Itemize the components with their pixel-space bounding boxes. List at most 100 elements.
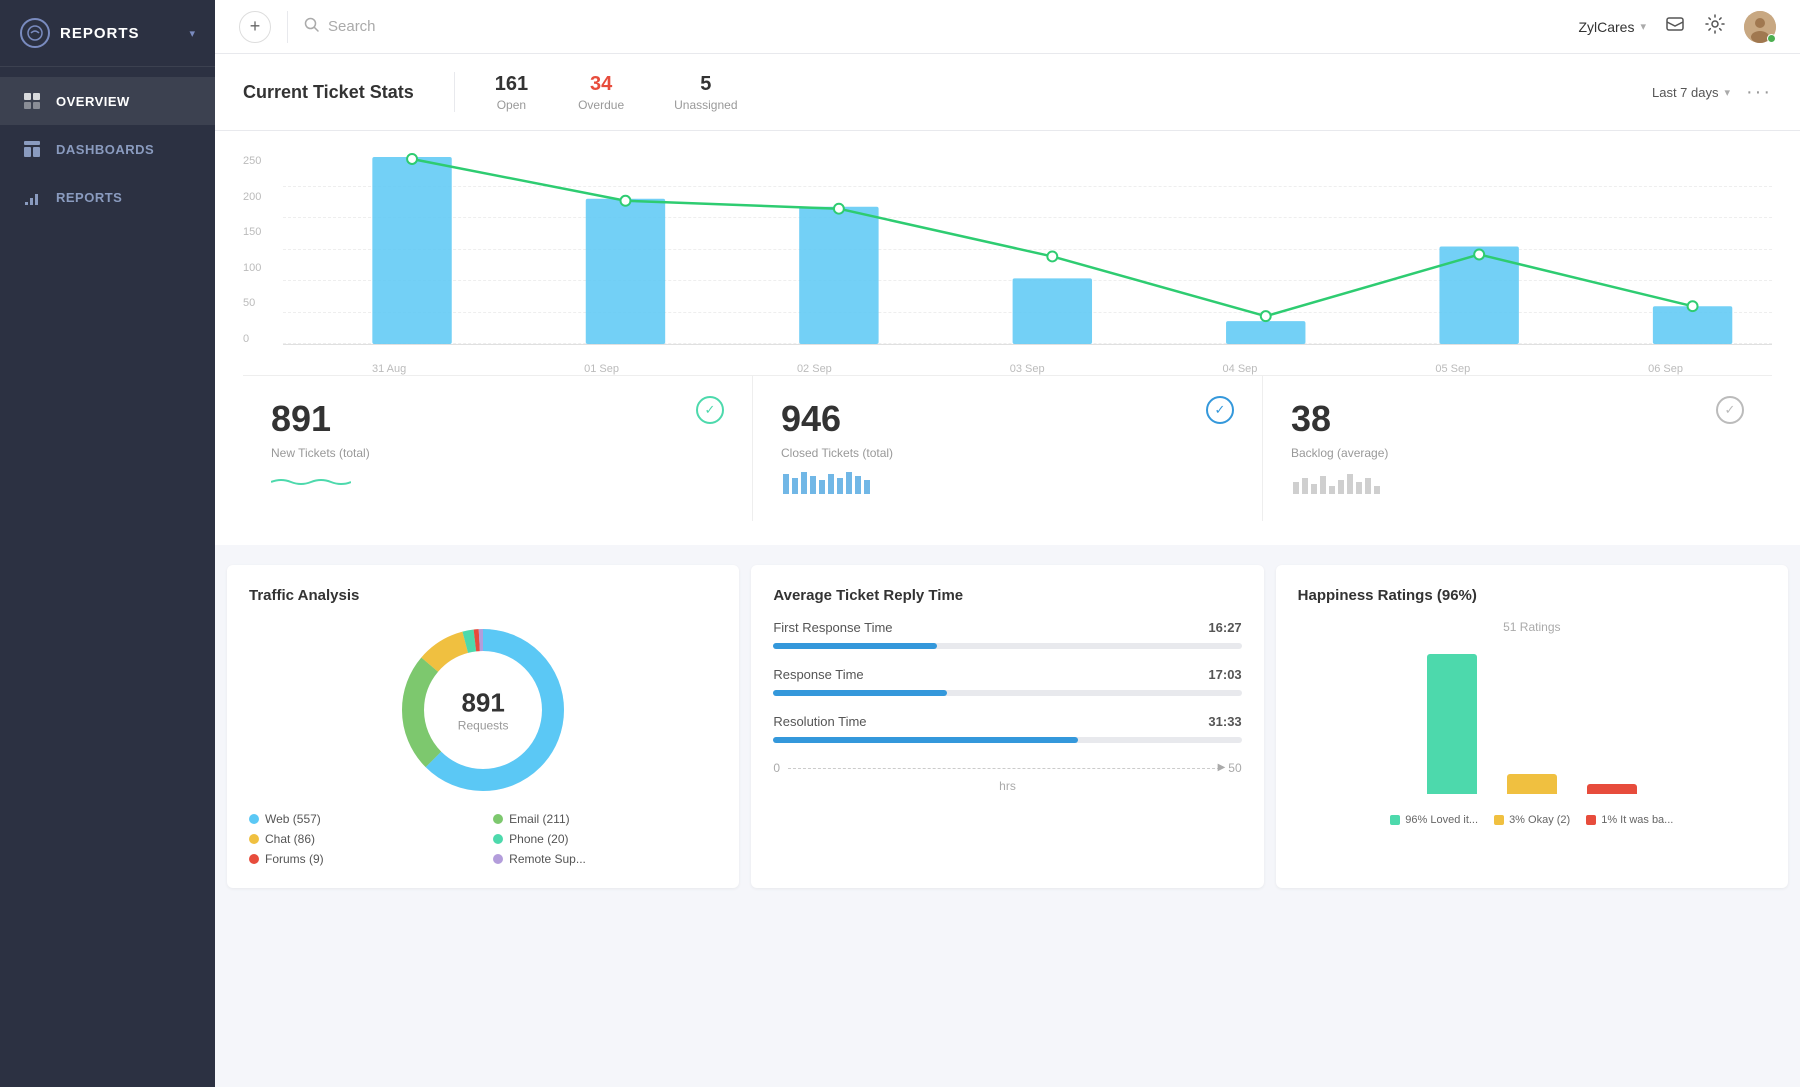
sidebar-item-label-reports: REPORTS: [56, 190, 122, 205]
closed-tickets-number: 946: [781, 398, 1234, 440]
unassigned-count: 5: [674, 73, 737, 96]
traffic-analysis-panel: Traffic Analysis: [227, 565, 739, 888]
open-count: 161: [495, 73, 528, 96]
sidebar-item-dashboards[interactable]: DASHBOARDS: [0, 125, 215, 173]
sidebar-title: REPORTS: [60, 25, 140, 42]
sidebar-logo: [20, 18, 50, 48]
legend-chat-dot: [249, 834, 259, 844]
h-legend-okay-label: 3% Okay (2): [1509, 814, 1570, 826]
settings-icon[interactable]: [1704, 13, 1726, 41]
new-tickets-check-icon: ✓: [696, 396, 724, 424]
reply-header-resolution: Resolution Time 31:33: [773, 714, 1241, 729]
traffic-legend: Web (557) Email (211) Chat (86) Phone (2…: [249, 812, 717, 866]
topbar: + Search ZylCares ▾: [215, 0, 1800, 54]
response-time: 17:03: [1208, 667, 1241, 682]
stat-card-new-tickets: ✓ 891 New Tickets (total): [243, 376, 753, 521]
user-chevron-icon: ▾: [1640, 20, 1646, 33]
response-bar-bg: [773, 690, 1241, 696]
search-label: Search: [328, 18, 376, 35]
more-options-button[interactable]: ···: [1746, 81, 1772, 104]
chart-container: 050100150200250: [243, 155, 1772, 375]
reply-time-panel: Average Ticket Reply Time First Response…: [751, 565, 1263, 888]
hbar-okay: [1507, 774, 1557, 794]
search-icon: [304, 17, 320, 37]
donut-chart: 891 Requests: [393, 620, 573, 800]
avatar-online-dot: [1767, 34, 1776, 43]
happiness-bar-okay: [1507, 774, 1557, 794]
donut-text: 891 Requests: [458, 688, 509, 733]
first-response-label: First Response Time: [773, 620, 892, 635]
legend-phone-label: Phone (20): [509, 832, 568, 846]
happiness-title: Happiness Ratings (96%): [1298, 587, 1766, 604]
legend-email-label: Email (211): [509, 812, 569, 826]
happiness-bar-area: [1298, 644, 1766, 804]
h-legend-loved-label: 96% Loved it...: [1405, 814, 1478, 826]
reports-icon: [22, 187, 42, 207]
happiness-subtitle: 51 Ratings: [1298, 620, 1766, 634]
notifications-icon[interactable]: [1664, 13, 1686, 41]
closed-tickets-label: Closed Tickets (total): [781, 446, 1234, 460]
sidebar-header[interactable]: REPORTS ▾: [0, 0, 215, 67]
legend-web-dot: [249, 814, 259, 824]
period-label: Last 7 days: [1652, 85, 1719, 100]
content-area: Current Ticket Stats 161 Open 34 Overdue…: [215, 54, 1800, 1087]
legend-remote: Remote Sup...: [493, 852, 717, 866]
period-select[interactable]: Last 7 days ▾: [1652, 85, 1730, 100]
backlog-number: 38: [1291, 398, 1744, 440]
legend-web: Web (557): [249, 812, 473, 826]
closed-tickets-sparkline: [781, 470, 1234, 499]
new-tickets-sparkline: [271, 470, 724, 499]
open-label: Open: [495, 98, 528, 112]
resolution-time: 31:33: [1208, 714, 1241, 729]
h-legend-okay: 3% Okay (2): [1494, 814, 1570, 826]
legend-chat: Chat (86): [249, 832, 473, 846]
legend-forums-label: Forums (9): [265, 852, 324, 866]
avatar[interactable]: [1744, 11, 1776, 43]
sidebar-item-overview[interactable]: OVERVIEW: [0, 77, 215, 125]
sidebar-item-label-overview: OVERVIEW: [56, 94, 130, 109]
resolution-bar: [773, 737, 1077, 743]
chart-y-labels: 050100150200250: [243, 155, 273, 345]
overview-icon: [22, 91, 42, 111]
legend-phone: Phone (20): [493, 832, 717, 846]
h-legend-loved: 96% Loved it...: [1390, 814, 1478, 826]
sidebar-item-reports[interactable]: REPORTS: [0, 173, 215, 221]
legend-email: Email (211): [493, 812, 717, 826]
h-legend-okay-dot: [1494, 815, 1504, 825]
legend-phone-dot: [493, 834, 503, 844]
response-bar: [773, 690, 946, 696]
first-response-bar-bg: [773, 643, 1241, 649]
chevron-down-icon: ▾: [189, 27, 195, 40]
period-chevron-icon: ▾: [1724, 86, 1730, 99]
happiness-bar-loved: [1427, 654, 1477, 794]
stat-unassigned: 5 Unassigned: [674, 73, 737, 112]
stat-overdue: 34 Overdue: [578, 73, 624, 112]
happiness-bar-bad: [1587, 784, 1637, 794]
bottom-panels: Traffic Analysis: [215, 553, 1800, 900]
username: ZylCares: [1578, 19, 1634, 35]
legend-remote-label: Remote Sup...: [509, 852, 586, 866]
h-legend-bad-label: 1% It was ba...: [1601, 814, 1673, 826]
topbar-right: ZylCares ▾: [1578, 11, 1776, 43]
user-menu[interactable]: ZylCares ▾: [1578, 19, 1646, 35]
add-button[interactable]: +: [239, 11, 271, 43]
h-legend-bad-dot: [1586, 815, 1596, 825]
search-area[interactable]: Search: [304, 17, 1562, 37]
reply-time-title: Average Ticket Reply Time: [773, 587, 1241, 604]
backlog-label: Backlog (average): [1291, 446, 1744, 460]
chart-svg: [283, 155, 1772, 344]
hbar-bad: [1587, 784, 1637, 794]
overdue-label: Overdue: [578, 98, 624, 112]
main-content: + Search ZylCares ▾: [215, 0, 1800, 1087]
stats-title: Current Ticket Stats: [243, 82, 414, 103]
stat-open: 161 Open: [495, 73, 528, 112]
main-chart-section: 050100150200250: [215, 131, 1800, 553]
reply-header-first-response: First Response Time 16:27: [773, 620, 1241, 635]
response-label: Response Time: [773, 667, 863, 682]
resolution-label: Resolution Time: [773, 714, 866, 729]
stat-card-closed-tickets: ✓ 946 Closed Tickets (total): [753, 376, 1263, 521]
happiness-legend: 96% Loved it... 3% Okay (2) 1% It was ba…: [1298, 814, 1766, 826]
sidebar-nav: OVERVIEW DASHBOARDS REPORTS: [0, 67, 215, 231]
first-response-bar: [773, 643, 937, 649]
reply-unit: hrs: [773, 779, 1241, 793]
